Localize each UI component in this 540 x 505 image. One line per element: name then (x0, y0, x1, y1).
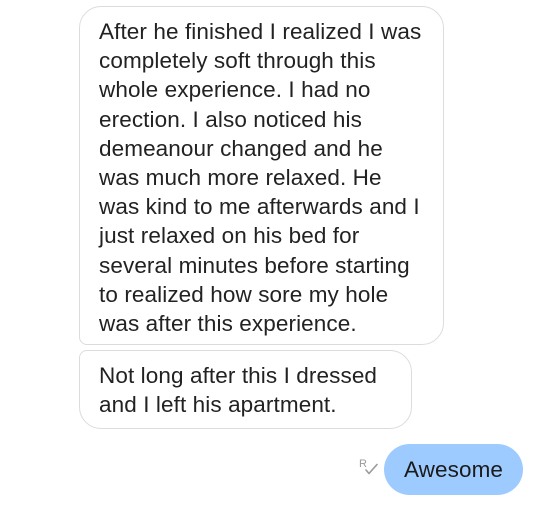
incoming-message-bubble[interactable]: After he finished I realized I was compl… (79, 6, 444, 345)
incoming-message-bubble[interactable]: Not long after this I dressed and I left… (79, 350, 412, 429)
svg-text:R: R (359, 458, 367, 470)
read-receipt-icon: R (358, 456, 380, 478)
outgoing-message-bubble[interactable]: Awesome (384, 444, 523, 495)
